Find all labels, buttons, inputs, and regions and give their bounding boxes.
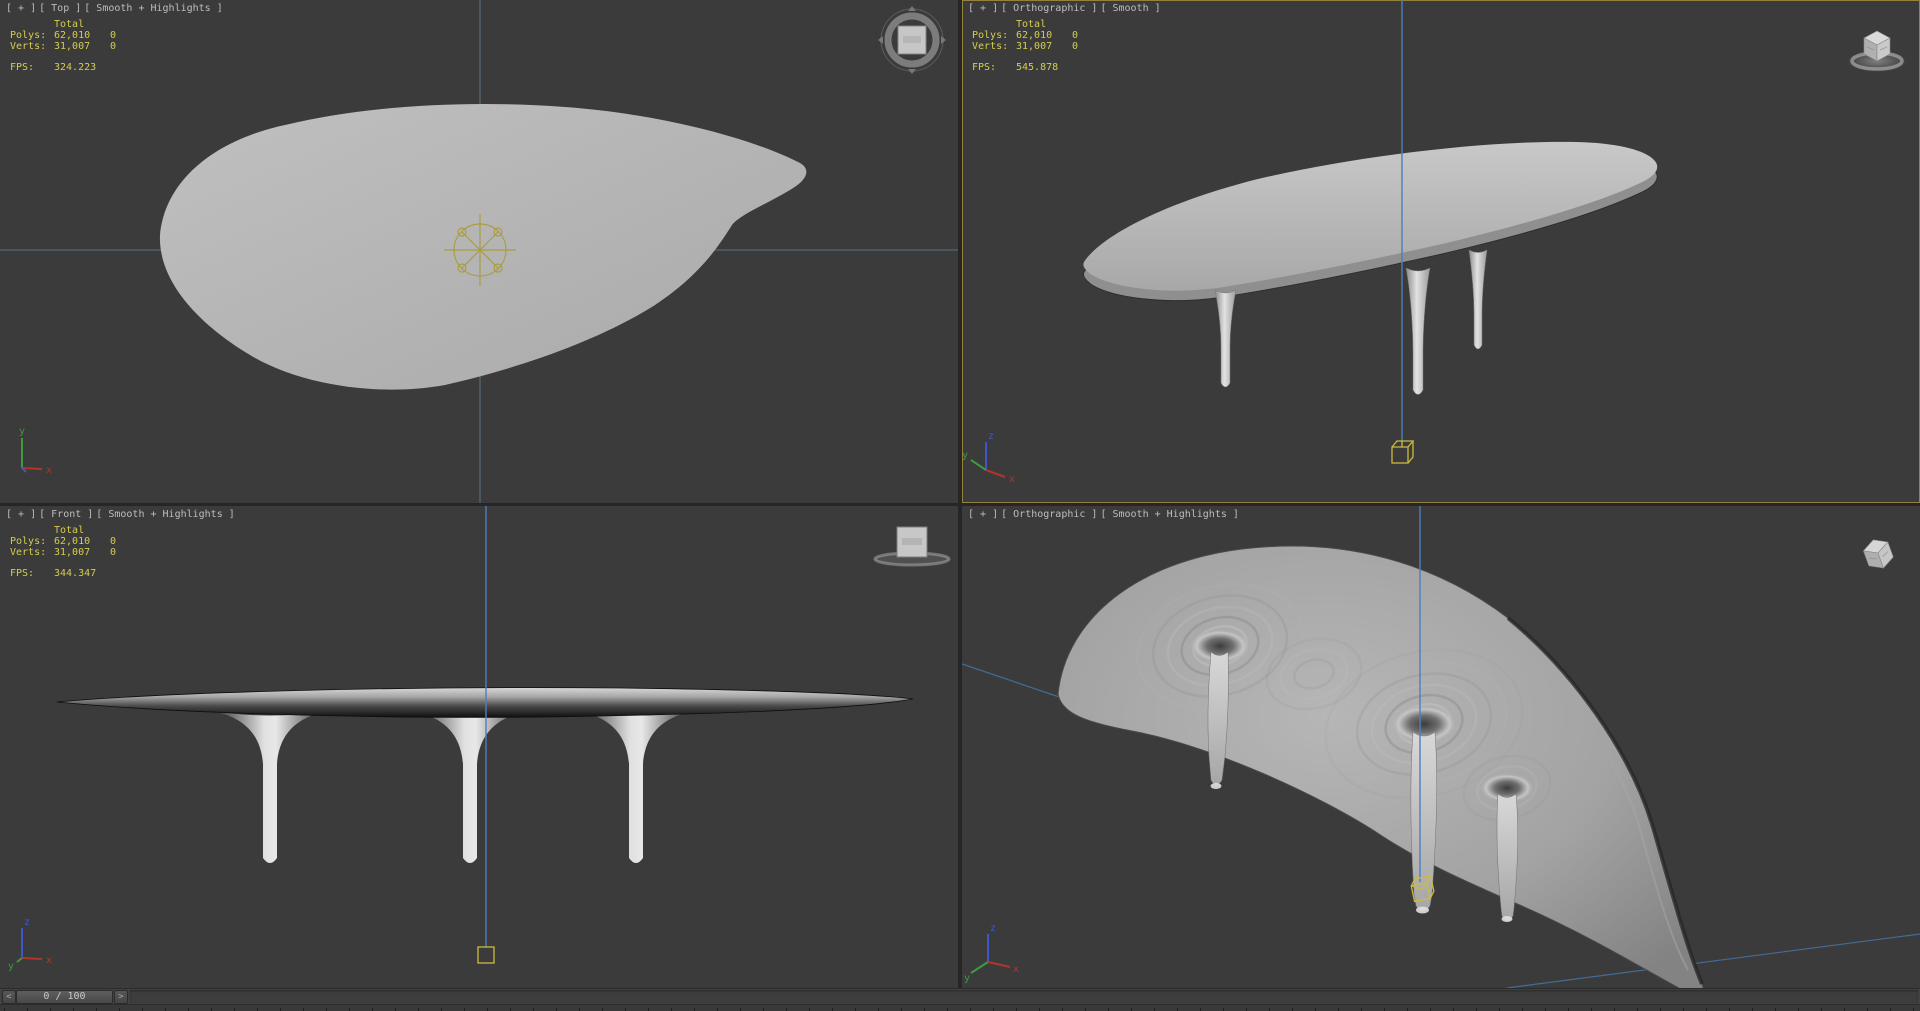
viewport-menu-shading[interactable]: [ Smooth ]	[1100, 3, 1160, 14]
stats-polys-value: 62,010	[1016, 30, 1053, 41]
scene-front-view: z x y	[8, 506, 951, 972]
stats-polys-delta: 0	[1072, 30, 1079, 41]
statistics-overlay: Total Polys: 62,010 0 Verts: 31,007 0 FPS: 34…	[10, 525, 116, 579]
viewport-label: [ + ][ Front ][ Smooth + Highlights ]	[6, 509, 238, 520]
previous-frame-button[interactable]: <	[2, 990, 16, 1004]
axis-y-label: y	[8, 961, 14, 972]
scene-top-view: y x	[0, 0, 958, 503]
viewport-menu-general[interactable]: [ + ]	[968, 509, 998, 520]
viewcube-icon[interactable]	[878, 6, 946, 74]
dummy-helper-box[interactable]	[1391, 440, 1415, 464]
time-slider-handle[interactable]: 0 / 100	[16, 990, 113, 1004]
viewcube-icon[interactable]	[1861, 535, 1896, 572]
stats-fps-label: FPS:	[10, 62, 35, 73]
table-model[interactable]	[1082, 141, 1658, 395]
stats-verts-delta: 0	[110, 547, 117, 558]
axis-z-label: z	[24, 917, 30, 928]
grid-line-diagonal	[1506, 933, 1920, 988]
viewcube-icon[interactable]	[1847, 30, 1907, 72]
stats-fps-value: 545.878	[1016, 62, 1059, 73]
stats-verts-delta: 0	[110, 41, 117, 52]
stats-verts-value: 31,007	[54, 41, 91, 52]
statistics-overlay: Total Polys: 62,010 0 Verts: 31,007 0 FPS: 54…	[972, 19, 1078, 73]
stats-verts-value: 31,007	[54, 547, 91, 558]
world-axis-icon: z y x	[962, 431, 1015, 485]
axis-y-label: y	[19, 426, 25, 437]
time-slider-track[interactable]	[130, 990, 1918, 1003]
next-frame-button[interactable]: >	[114, 990, 128, 1004]
viewport-menu-pov[interactable]: [ Front ]	[39, 509, 93, 520]
stats-verts-delta: 0	[1072, 41, 1079, 52]
stats-polys-value: 62,010	[54, 30, 91, 41]
scene-orthographic-view: z y x	[962, 0, 1907, 485]
stats-polys-delta: 0	[110, 30, 117, 41]
viewport-menu-shading[interactable]: [ Smooth + Highlights ]	[96, 509, 234, 520]
axis-x-label: x	[46, 465, 52, 476]
viewport-menu-general[interactable]: [ + ]	[968, 3, 998, 14]
time-slider-bar: < 0 / 100 >	[0, 988, 1920, 1004]
stats-total-label: Total	[54, 19, 85, 30]
grid-line-diagonal	[962, 663, 1075, 703]
stats-fps-label: FPS:	[972, 62, 997, 73]
viewport-label: [ + ][ Orthographic ][ Smooth + Highligh…	[968, 509, 1242, 520]
viewport-front[interactable]: z x y [ + ][ Front ][ Smooth + Highlight…	[0, 506, 958, 988]
stats-total-label: Total	[1016, 19, 1047, 30]
axis-x-label: x	[1009, 474, 1015, 485]
stats-total-label: Total	[54, 525, 85, 536]
scene-orthographic-underside: z y x	[962, 506, 1920, 988]
viewport-menu-shading[interactable]: [ Smooth + Highlights ]	[84, 3, 222, 14]
axis-y-label: y	[962, 450, 968, 461]
viewport-menu-general[interactable]: [ + ]	[6, 3, 36, 14]
viewport-orthographic-1[interactable]: z y x [ + ][ Orthographic ][ Smooth ] To…	[962, 0, 1920, 503]
world-axis-icon: z x y	[8, 917, 52, 972]
viewport-label: [ + ][ Top ][ Smooth + Highlights ]	[6, 3, 226, 14]
world-axis-icon: y x	[19, 426, 52, 476]
stats-fps-value: 324.223	[54, 62, 97, 73]
world-axis-icon: z y x	[964, 923, 1019, 984]
stats-verts-label: Verts:	[972, 41, 1009, 52]
table-model[interactable]	[56, 687, 914, 863]
stats-verts-value: 31,007	[1016, 41, 1053, 52]
viewport-menu-shading[interactable]: [ Smooth + Highlights ]	[1100, 509, 1238, 520]
viewport-top[interactable]: y x [ + ][ Top ][ Smooth + Highlights ] …	[0, 0, 958, 503]
track-bar-ruler[interactable]	[0, 1004, 1920, 1011]
axis-z-label: z	[990, 923, 996, 934]
axis-x-label: x	[1013, 964, 1019, 975]
viewport-menu-general[interactable]: [ + ]	[6, 509, 36, 520]
stats-polys-value: 62,010	[54, 536, 91, 547]
axis-z-label: z	[988, 431, 994, 442]
stats-polys-label: Polys:	[972, 30, 1009, 41]
max-quad-viewport-screen: y x [ + ][ Top ][ Smooth + Highlights ] …	[0, 0, 1920, 1011]
statistics-overlay: Total Polys: 62,010 0 Verts: 31,007 0 FPS: 32…	[10, 19, 116, 73]
stats-verts-label: Verts:	[10, 547, 47, 558]
stats-fps-label: FPS:	[10, 568, 35, 579]
stats-polys-label: Polys:	[10, 536, 47, 547]
viewport-orthographic-2[interactable]: z y x [ + ][ Orthographic ][ Smooth + Hi…	[962, 506, 1920, 988]
viewport-menu-pov[interactable]: [ Orthographic ]	[1001, 509, 1097, 520]
viewport-menu-pov[interactable]: [ Top ]	[39, 3, 81, 14]
stats-polys-label: Polys:	[10, 30, 47, 41]
axis-y-label: y	[964, 973, 970, 984]
table-model-underside[interactable]	[1057, 545, 1704, 988]
stats-polys-delta: 0	[110, 536, 117, 547]
viewport-menu-pov[interactable]: [ Orthographic ]	[1001, 3, 1097, 14]
stats-verts-label: Verts:	[10, 41, 47, 52]
viewport-label: [ + ][ Orthographic ][ Smooth ]	[968, 3, 1164, 14]
dummy-helper-box[interactable]	[477, 946, 495, 964]
axis-x-label: x	[46, 955, 52, 966]
stats-fps-value: 344.347	[54, 568, 97, 579]
viewcube-icon[interactable]	[873, 526, 951, 567]
